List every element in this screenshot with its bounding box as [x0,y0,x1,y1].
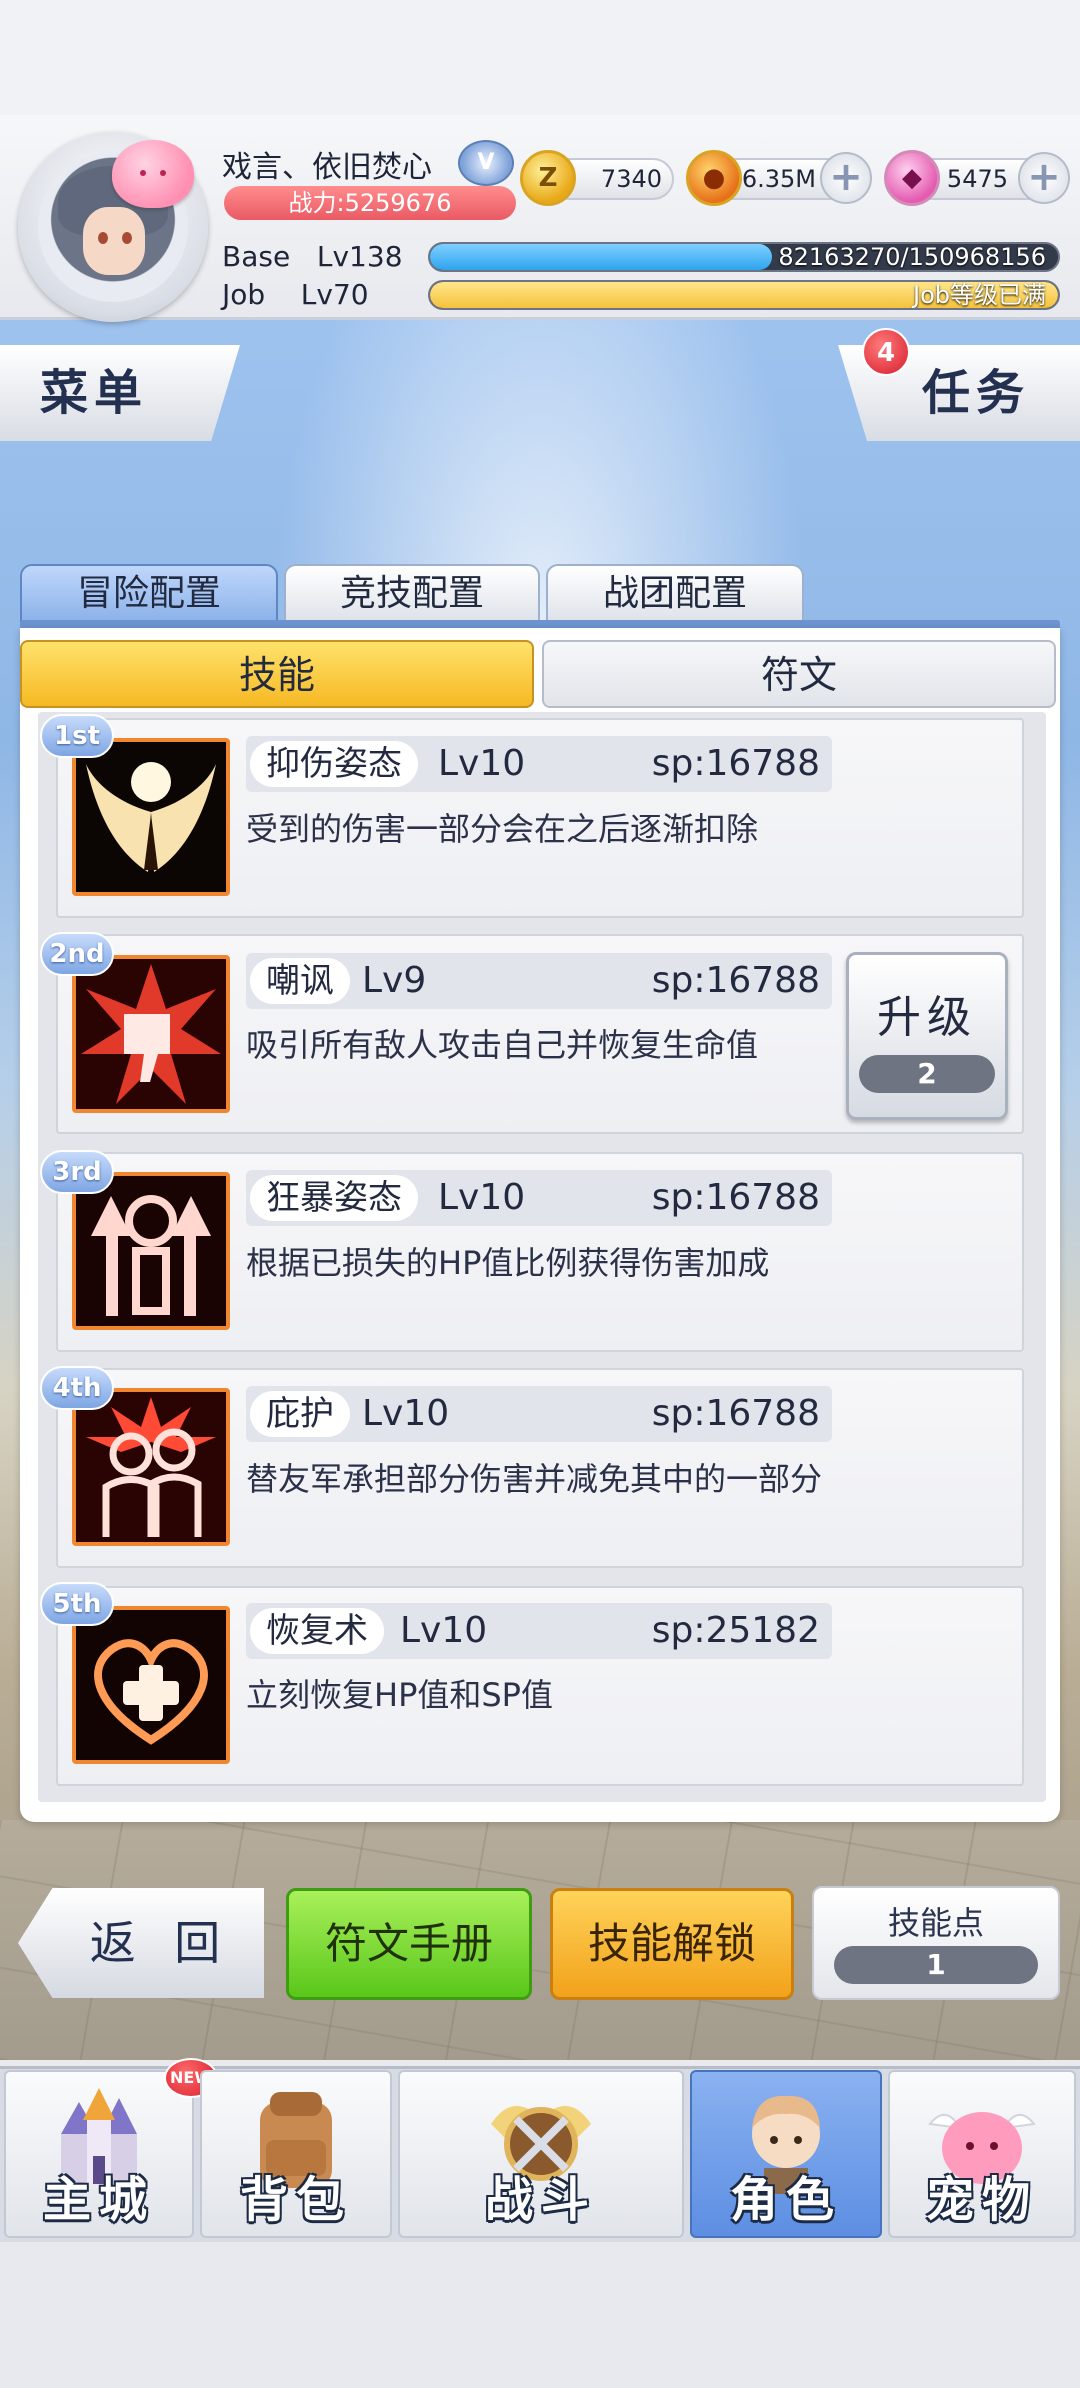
skill-level: Lv10 [400,1610,488,1651]
nav-label: 背包 [239,2172,352,2228]
skill-description: 替友军承担部分伤害并减免其中的一部分 [246,1460,823,1498]
job-exp-text: Job等级已满 [913,281,1046,309]
job-label: Job Lv70 [222,278,369,311]
add-gem-button[interactable]: + [1018,152,1070,204]
skill-level: Lv10 [362,1393,450,1434]
rage-icon[interactable] [72,1172,230,1330]
nav-battle[interactable]: 战斗 [398,2070,684,2238]
zeny-coin-icon: Z [520,150,576,206]
task-count-badge: 4 [862,328,910,376]
protect-icon[interactable] [72,1388,230,1546]
tab-adventure-config[interactable]: 冒险配置 [20,564,278,622]
tab-guild-config[interactable]: 战团配置 [546,564,804,622]
nav-label: 主城 [42,2172,155,2228]
status-area [0,0,1080,115]
skill-level: Lv10 [438,1177,526,1218]
skill-sp: sp:16788 [651,960,820,1001]
skill-description: 受到的伤害一部分会在之后逐渐扣除 [246,810,759,848]
tab-arena-config[interactable]: 竞技配置 [284,564,540,622]
skill-points-box: 技能点 1 [812,1886,1060,2000]
base-exp-fill [430,244,772,270]
skill-name: 嘲讽 [250,958,350,1004]
rank-badge: 4th [40,1366,114,1410]
shield-rank-icon[interactable]: V [458,140,514,186]
skill-sp: sp:25182 [651,1610,820,1651]
skill-level: Lv10 [438,743,526,784]
subtab-skill[interactable]: 技能 [20,640,534,708]
nav-main-city[interactable]: 主城 [4,2070,194,2238]
rank-badge: 2nd [40,932,114,976]
back-button[interactable]: 返 回 [18,1888,264,1998]
gold-coin-icon: ● [686,150,742,206]
menu-button[interactable]: 菜单 [0,345,240,441]
nav-character[interactable]: 角色 [690,2070,882,2238]
nav-pet[interactable]: 宠物 [888,2070,1076,2238]
nav-label: 宠物 [925,2172,1038,2228]
heal-heart-icon[interactable] [72,1606,230,1764]
subtab-rune[interactable]: 符文 [542,640,1056,708]
upgrade-cost: 2 [859,1055,995,1093]
skill-name: 恢复术 [250,1608,384,1654]
skill-points-label: 技能点 [887,1904,984,1942]
job-exp-bar: Job等级已满 [428,280,1060,310]
upgrade-skill-button[interactable]: 升级 2 [846,952,1008,1120]
skill-description: 根据已损失的HP值比例获得伤害加成 [246,1244,770,1282]
skill-description: 吸引所有敌人攻击自己并恢复生命值 [246,1026,759,1064]
rank-badge: 5th [40,1582,114,1626]
rune-manual-button[interactable]: 符文手册 [286,1888,532,2000]
player-name: 戏言、依旧焚心 [222,150,432,185]
base-exp-bar: 82163270/150968156 [428,242,1060,272]
rank-badge: 1st [40,714,114,758]
skill-sp: sp:16788 [651,743,820,784]
skill-sp: sp:16788 [651,1177,820,1218]
nav-label: 角色 [729,2172,842,2228]
wings-icon[interactable] [72,738,230,896]
combat-power: 战力:5259676 [224,186,516,220]
skill-name: 狂暴姿态 [250,1175,418,1221]
thumbs-down-icon[interactable] [72,955,230,1113]
nav-label: 战斗 [484,2172,597,2228]
base-label: Base Lv138 [222,240,403,273]
gem-icon: ◆ [884,150,940,206]
skill-name: 庇护 [250,1391,350,1437]
skill-description: 立刻恢复HP值和SP值 [246,1676,553,1714]
upgrade-label: 升级 [877,992,977,1043]
skill-name: 抑伤姿态 [250,741,418,787]
base-exp-text: 82163270/150968156 [778,243,1046,271]
nav-backpack[interactable]: 背包 [200,2070,392,2238]
poring-pet-icon [112,140,194,208]
skill-sp: sp:16788 [651,1393,820,1434]
skill-unlock-button[interactable]: 技能解锁 [550,1888,794,2000]
rank-badge: 3rd [40,1150,114,1194]
add-gold-button[interactable]: + [820,152,872,204]
skill-level: Lv9 [362,960,427,1001]
skill-points-value: 1 [834,1946,1038,1984]
system-bar-area [0,2242,1080,2388]
